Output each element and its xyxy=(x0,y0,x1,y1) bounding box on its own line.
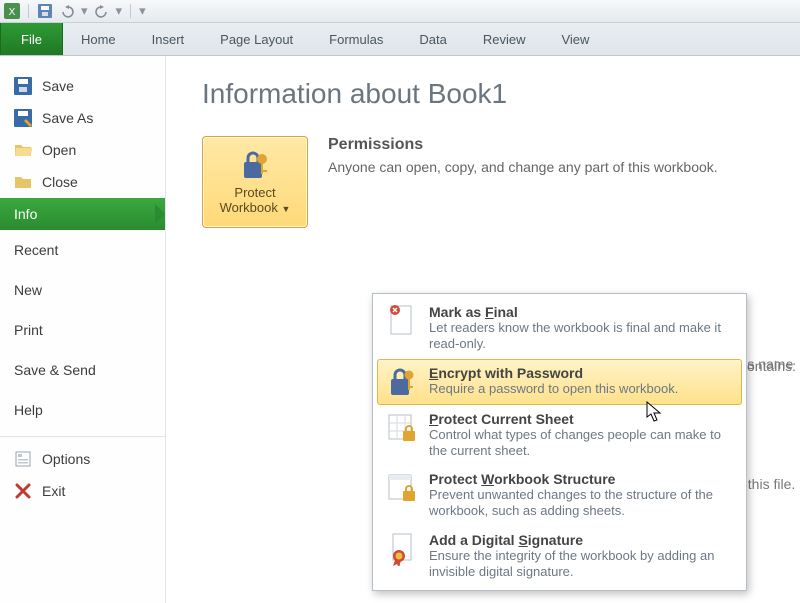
tab-page-layout[interactable]: Page Layout xyxy=(202,23,311,55)
sidebar-item-label: Print xyxy=(14,322,43,338)
workbook-lock-icon xyxy=(385,471,419,505)
exit-icon xyxy=(14,482,32,500)
page-title: Information about Book1 xyxy=(202,78,782,110)
folder-close-icon xyxy=(14,173,32,191)
backstage-main: Information about Book1 Protect Workbook… xyxy=(166,56,800,603)
ribbon-tabs: File Home Insert Page Layout Formulas Da… xyxy=(0,23,800,56)
save-icon[interactable] xyxy=(37,3,53,19)
sidebar-item-save-as[interactable]: Save As xyxy=(0,102,165,134)
lock-key-icon xyxy=(238,148,272,182)
folder-open-icon xyxy=(14,141,32,159)
menu-item-title: Protect Current Sheet xyxy=(429,411,734,427)
section-text: Anyone can open, copy, and change any pa… xyxy=(328,158,782,177)
sidebar-item-save-send[interactable]: Save & Send xyxy=(0,350,165,390)
tab-view[interactable]: View xyxy=(543,23,607,55)
section-title: Permissions xyxy=(328,136,782,154)
sidebar-item-save[interactable]: Save xyxy=(0,70,165,102)
sidebar-item-info[interactable]: Info xyxy=(0,198,165,230)
menu-item-subtitle: Let readers know the workbook is final a… xyxy=(429,320,734,353)
sidebar-item-label: Save As xyxy=(42,110,93,126)
ribbon-seal-icon xyxy=(385,532,419,566)
save-icon xyxy=(14,77,32,95)
lock-key-icon xyxy=(385,365,419,399)
menu-item-title: Add a Digital Signature xyxy=(429,532,734,548)
sidebar-item-help[interactable]: Help xyxy=(0,390,165,430)
tab-insert[interactable]: Insert xyxy=(134,23,203,55)
sheet-lock-icon xyxy=(385,411,419,445)
menu-item-subtitle: Ensure the integrity of the workbook by … xyxy=(429,548,734,581)
options-icon xyxy=(14,450,32,468)
chevron-down-icon: ▼ xyxy=(282,204,291,214)
protect-workbook-button[interactable]: Protect Workbook ▼ xyxy=(202,136,308,228)
sidebar-item-print[interactable]: Print xyxy=(0,310,165,350)
tab-home[interactable]: Home xyxy=(63,23,134,55)
sidebar-item-close[interactable]: Close xyxy=(0,166,165,198)
sidebar-item-label: Info xyxy=(14,206,37,222)
menu-item-add-digital-signature[interactable]: Add a Digital Signature Ensure the integ… xyxy=(377,526,742,587)
undo-icon[interactable] xyxy=(59,3,75,19)
quick-access-toolbar: X ▾ ▾ ▾ xyxy=(0,0,800,23)
sidebar-item-label: Options xyxy=(42,451,90,467)
sidebar-item-options[interactable]: Options xyxy=(0,443,165,475)
tab-data[interactable]: Data xyxy=(401,23,464,55)
background-text: f this file. xyxy=(740,473,795,497)
excel-icon: X xyxy=(4,3,20,19)
menu-item-title: Mark as Final xyxy=(429,304,734,320)
sidebar-item-label: Save xyxy=(42,78,74,94)
protect-workbook-menu: Mark as Final Let readers know the workb… xyxy=(372,293,747,591)
save-as-icon xyxy=(14,109,32,127)
backstage-sidebar: Save Save As Open Close Info Recent New … xyxy=(0,56,166,603)
menu-item-title: Protect Workbook Structure xyxy=(429,471,734,487)
sidebar-item-label: New xyxy=(14,282,42,298)
button-label: Workbook ▼ xyxy=(220,200,291,215)
button-label: Protect xyxy=(234,185,275,200)
sidebar-item-recent[interactable]: Recent xyxy=(0,230,165,270)
tab-file[interactable]: File xyxy=(0,23,63,55)
tab-formulas[interactable]: Formulas xyxy=(311,23,401,55)
tab-review[interactable]: Review xyxy=(465,23,544,55)
sidebar-item-label: Exit xyxy=(42,483,65,499)
menu-item-subtitle: Control what types of changes people can… xyxy=(429,427,734,460)
background-text: r's name xyxy=(740,353,793,377)
menu-item-mark-as-final[interactable]: Mark as Final Let readers know the workb… xyxy=(377,298,742,359)
document-final-icon xyxy=(385,304,419,338)
menu-item-subtitle: Prevent unwanted changes to the structur… xyxy=(429,487,734,520)
sidebar-item-label: Recent xyxy=(14,242,58,258)
sidebar-item-open[interactable]: Open xyxy=(0,134,165,166)
svg-text:X: X xyxy=(9,7,16,18)
sidebar-item-label: Open xyxy=(42,142,76,158)
menu-item-protect-workbook-structure[interactable]: Protect Workbook Structure Prevent unwan… xyxy=(377,465,742,526)
menu-item-protect-current-sheet[interactable]: Protect Current Sheet Control what types… xyxy=(377,405,742,466)
menu-item-subtitle: Require a password to open this workbook… xyxy=(429,381,734,397)
sidebar-item-label: Save & Send xyxy=(14,362,96,378)
sidebar-item-label: Close xyxy=(42,174,78,190)
sidebar-item-label: Help xyxy=(14,402,43,418)
redo-icon[interactable] xyxy=(94,3,110,19)
menu-item-title: Encrypt with Password xyxy=(429,365,734,381)
sidebar-item-exit[interactable]: Exit xyxy=(0,475,165,507)
sidebar-item-new[interactable]: New xyxy=(0,270,165,310)
menu-item-encrypt-with-password[interactable]: Encrypt with Password Require a password… xyxy=(377,359,742,405)
